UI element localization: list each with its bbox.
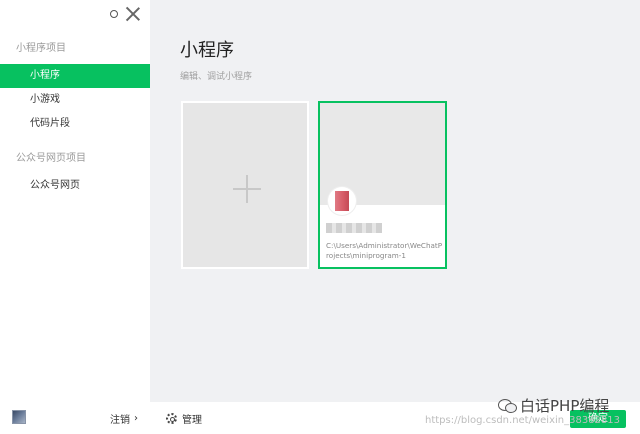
project-name-blurred [326,223,382,233]
section-title-miniprogram: 小程序项目 [16,43,66,54]
avatar[interactable] [12,410,26,424]
plus-icon [233,175,261,203]
watermark-brand: 白话PHP编程 [498,395,609,416]
sidebar-item-official-web[interactable]: 公众号网页 [0,174,150,198]
sidebar-item-minigame[interactable]: 小游戏 [0,88,150,112]
project-path: C:\Users\Administrator\WeChatProjects\mi… [326,241,443,260]
new-project-card[interactable] [181,101,309,269]
watermark-brand-text: 白话PHP编程 [520,397,610,415]
sidebar: 小程序项目 小程序 小游戏 代码片段 公众号网页项目 公众号网页 注销 › [0,0,150,434]
wechat-icon [498,398,517,413]
logout-label: 注销 [110,415,130,426]
section-title-official-web: 公众号网页项目 [16,153,86,164]
page-title: 小程序 [180,40,234,61]
gear-icon [166,413,177,424]
window-controls [110,6,140,22]
logout-button[interactable]: 注销 › [110,411,138,426]
project-card[interactable]: C:\Users\Administrator\WeChatProjects\mi… [318,101,447,269]
project-logo-icon [328,187,356,215]
page-subtitle: 编辑、调试小程序 [180,72,253,82]
watermark-url: https://blog.csdn.net/weixin_38382813 [425,415,621,426]
manage-label: 管理 [182,415,202,426]
sidebar-footer: 注销 › [0,402,150,434]
chevron-right-icon: › [134,413,138,424]
settings-icon[interactable] [110,10,118,18]
sidebar-item-code-snippet[interactable]: 代码片段 [0,112,150,136]
close-icon[interactable] [126,7,140,21]
manage-button[interactable]: 管理 [166,411,202,426]
sidebar-item-miniprogram[interactable]: 小程序 [0,64,150,88]
